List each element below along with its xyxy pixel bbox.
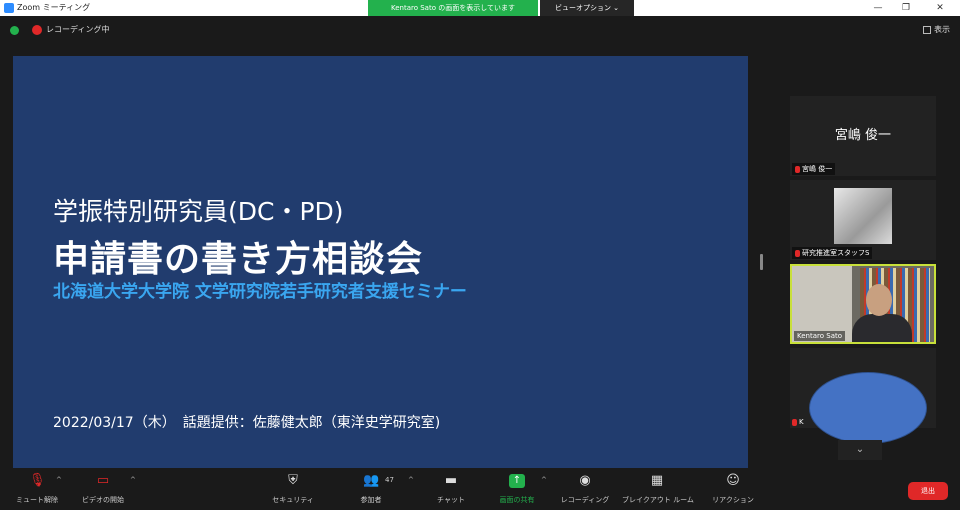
participant-label: K — [792, 418, 804, 426]
start-video-button[interactable]: ▭ ビデオの開始 — [68, 474, 138, 505]
mic-muted-icon — [795, 249, 800, 257]
restore-button[interactable]: ❐ — [898, 1, 914, 15]
chat-button[interactable]: ▬ チャット — [416, 474, 486, 505]
reactions-label: リアクション — [712, 496, 754, 504]
security-label: セキュリティ — [272, 496, 314, 504]
participant-name: K — [799, 418, 804, 426]
chat-bubble-icon: ▬ — [444, 473, 458, 488]
people-icon: 👥 — [363, 473, 380, 488]
shield-icon: ⛨ — [288, 473, 298, 488]
mute-options-caret[interactable]: ^ — [56, 476, 62, 484]
speaker-body — [852, 314, 912, 342]
minimize-button[interactable]: — — [870, 1, 886, 15]
participant-label: 研究推進室スタッフS — [792, 247, 873, 259]
slide-footer: 2022/03/17（木） 話題提供：佐藤健太郎（東洋史学研究室) — [53, 415, 441, 431]
share-label: 画面の共有 — [499, 496, 535, 504]
grid-icon: ▦ — [650, 473, 664, 488]
participant-tile[interactable]: 宮嶋 俊一 宮嶋 俊一 — [790, 96, 936, 176]
record-label: レコーディング — [560, 496, 610, 504]
panel-splitter[interactable] — [760, 254, 763, 270]
record-icon: ◉ — [579, 473, 591, 488]
view-toggle-button[interactable]: 表示 — [923, 24, 950, 35]
video-off-icon: ▭ — [96, 473, 110, 488]
recording-label: レコーディング中 — [46, 25, 110, 34]
title-bar: Zoom ミーティング Kentaro Sato の画面を表示しています ビュー… — [0, 0, 960, 16]
close-button[interactable]: ✕ — [932, 1, 948, 15]
app-title: Zoom ミーティング — [4, 2, 90, 13]
grid-view-icon — [923, 25, 931, 34]
video-options-caret[interactable]: ^ — [130, 476, 136, 484]
slide-subtitle: 北海道大学大学院 文学研究院若手研究者支援セミナー — [53, 282, 467, 302]
reactions-button[interactable]: ☺ リアクション — [698, 474, 768, 505]
speaker-head — [866, 284, 892, 316]
breakout-rooms-label: ブレイクアウト ルーム — [622, 496, 694, 504]
leave-button[interactable]: 退出 — [908, 482, 948, 500]
participants-button[interactable]: 👥 参加者 — [336, 474, 406, 505]
participant-label: Kentaro Sato — [794, 331, 846, 341]
slide-title-line2: 申請書の書き方相談会 — [53, 239, 424, 280]
participant-tile[interactable]: 研究推進室スタッフS — [790, 180, 936, 260]
security-button[interactable]: ⛨ セキュリティ — [258, 474, 328, 505]
view-toggle-label: 表示 — [934, 25, 950, 34]
shield-icon[interactable] — [10, 26, 19, 35]
recording-icon — [32, 25, 42, 35]
participant-display-name: 宮嶋 俊一 — [834, 128, 892, 143]
chat-label: チャット — [437, 496, 465, 504]
participants-count: 47 — [385, 476, 394, 484]
mic-muted-icon — [792, 418, 797, 426]
share-options-caret[interactable]: ^ — [541, 476, 547, 484]
video-label: ビデオの開始 — [82, 496, 124, 504]
participant-tile-active-speaker[interactable]: Kentaro Sato — [790, 264, 936, 344]
mute-label: ミュート解除 — [16, 496, 58, 504]
participants-options-caret[interactable]: ^ — [408, 476, 414, 484]
screen-share-banner: Kentaro Sato の画面を表示しています — [368, 0, 538, 16]
record-button[interactable]: ◉ レコーディング — [550, 474, 620, 505]
chevron-down-icon[interactable]: ⌄ — [838, 440, 882, 460]
status-bar: レコーディング中 表示 — [0, 16, 960, 42]
meeting-toolbar: 🎙 ミュート解除 ^ ▭ ビデオの開始 ^ ⛨ セキュリティ 👥 参加者 47 … — [0, 470, 960, 510]
share-arrow-icon: ↑ — [509, 474, 525, 488]
microphone-muted-icon: 🎙 — [29, 473, 46, 488]
participant-name: Kentaro Sato — [797, 332, 843, 340]
slide-title-line1: 学振特別研究員(DC・PD) — [53, 197, 344, 226]
participant-label: 宮嶋 俊一 — [792, 163, 836, 175]
participant-name: 研究推進室スタッフS — [802, 249, 870, 257]
view-options-button[interactable]: ビューオプション ⌄ — [540, 0, 634, 16]
app-title-text: Zoom ミーティング — [17, 3, 91, 12]
mic-muted-icon — [795, 165, 800, 173]
shared-screen-slide: 学振特別研究員(DC・PD) 申請書の書き方相談会 北海道大学大学院 文学研究院… — [13, 56, 748, 468]
participant-photo — [834, 188, 892, 244]
participants-label: 参加者 — [360, 496, 382, 504]
smiley-icon: ☺ — [726, 473, 740, 488]
zoom-logo-icon — [4, 2, 14, 13]
redaction-ellipse — [809, 372, 927, 444]
participant-name: 宮嶋 俊一 — [802, 165, 833, 173]
breakout-rooms-button[interactable]: ▦ ブレイクアウト ルーム — [622, 473, 694, 505]
